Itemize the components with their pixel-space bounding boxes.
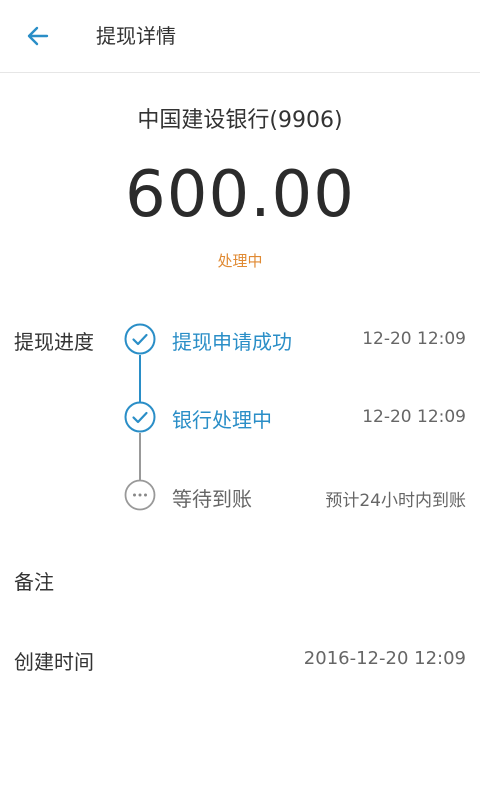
progress-label: 提现进度: [14, 330, 94, 354]
step-label: 等待到账: [172, 487, 252, 511]
step-label: 提现申请成功: [172, 330, 292, 354]
check-circle-icon: [124, 401, 156, 433]
status-badge: 处理中: [217, 252, 263, 270]
page-title: 提现详情: [96, 24, 176, 48]
timeline-connector: [139, 433, 141, 481]
step-time: 预计24小时内到账: [325, 491, 466, 511]
created-time-value: 2016-12-20 12:09: [303, 648, 466, 669]
timeline-connector: [139, 355, 141, 403]
back-button[interactable]: [18, 18, 58, 54]
more-circle-icon: [124, 479, 156, 511]
top-bar: 提现详情: [0, 0, 480, 73]
withdraw-amount: 600.00: [125, 158, 355, 232]
remark-label: 备注: [14, 570, 54, 594]
created-time-label: 创建时间: [14, 650, 94, 674]
step-time: 12-20 12:09: [362, 407, 466, 427]
bank-name: 中国建设银行(9906): [137, 108, 343, 133]
arrow-left-icon[interactable]: [25, 23, 51, 49]
step-label: 银行处理中: [172, 408, 272, 432]
step-time: 12-20 12:09: [362, 329, 466, 349]
check-circle-icon: [124, 323, 156, 355]
